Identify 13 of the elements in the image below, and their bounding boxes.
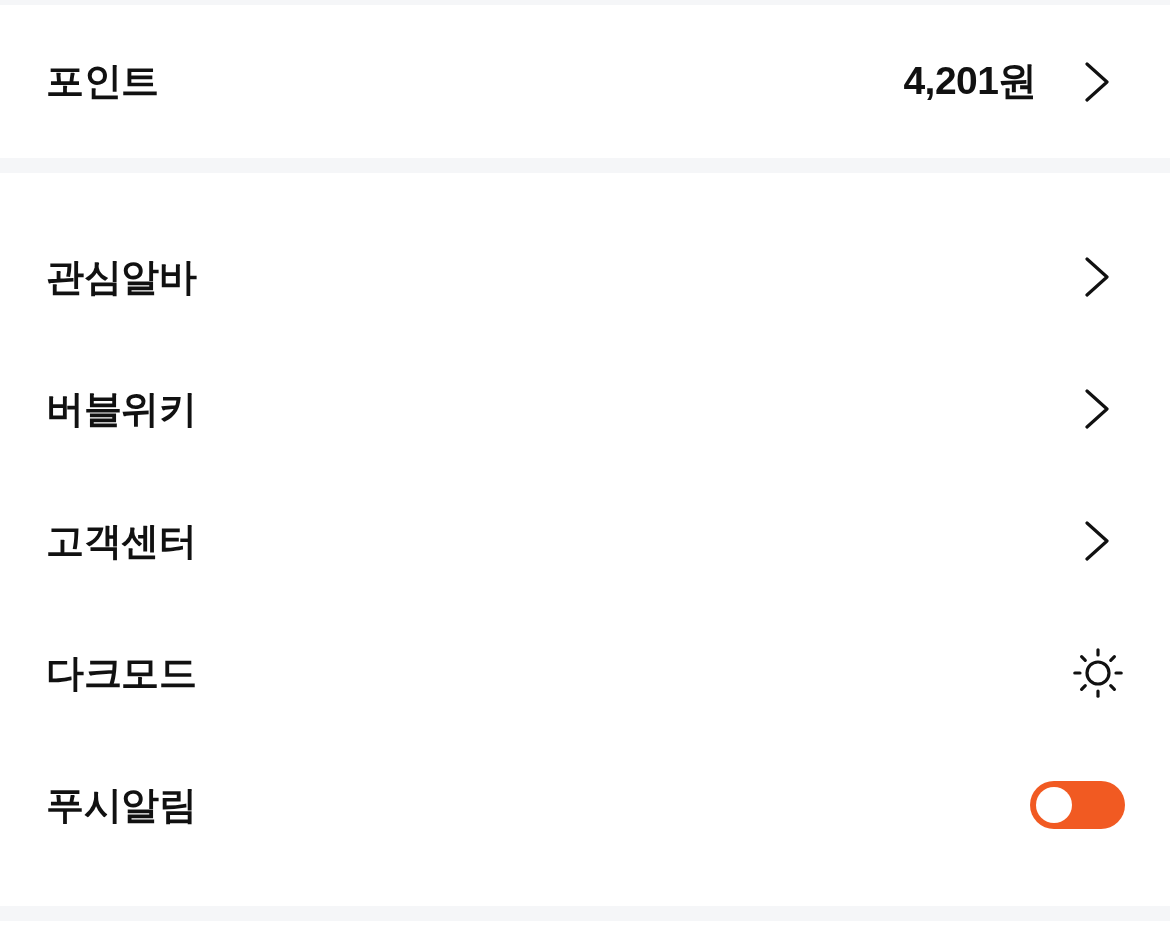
toggle-switch[interactable] (1030, 781, 1125, 829)
menu-item[interactable]: 관심알바 (46, 248, 196, 306)
chevron-right-icon[interactable] (1085, 389, 1109, 429)
setting-label: 푸시알림 (46, 782, 196, 828)
chevron-right-icon[interactable] (1085, 257, 1109, 297)
menu-item[interactable]: 다크모드 (46, 644, 196, 702)
chevron-right-icon[interactable] (1085, 61, 1109, 102)
point-balance[interactable]: 4,201원 (903, 52, 1037, 111)
menu-item[interactable]: 포인트 (46, 53, 159, 110)
chevron-right-icon[interactable] (1085, 521, 1109, 561)
menu-item[interactable]: 버블위키 (46, 380, 196, 438)
menu-item[interactable]: 고객센터 (46, 512, 196, 570)
sun-icon[interactable] (1073, 648, 1123, 698)
